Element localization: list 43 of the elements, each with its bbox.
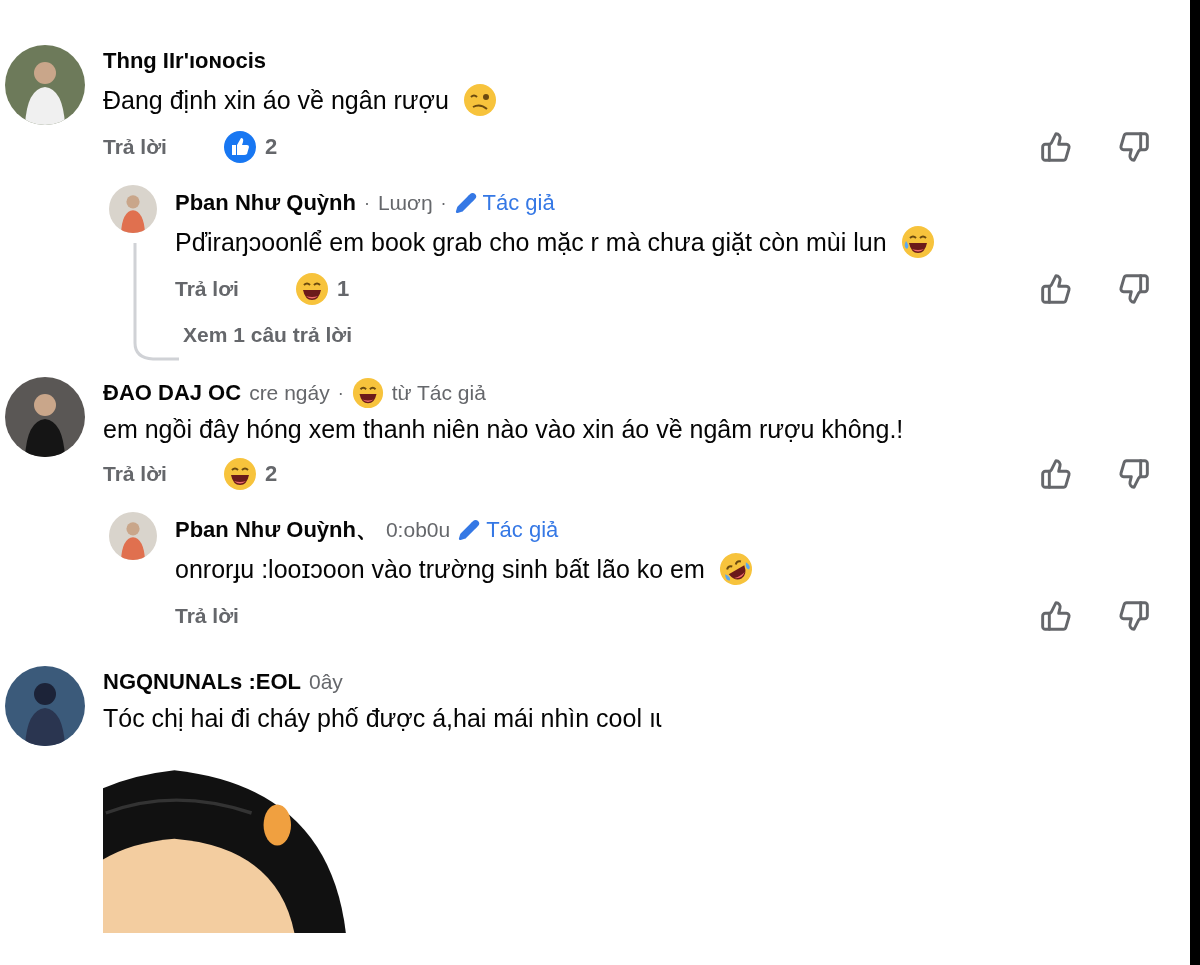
pencil-icon [458, 519, 481, 541]
comment-text: Đang định xin áo về ngân rượu [103, 85, 449, 115]
thumbs-down-icon[interactable] [1118, 131, 1150, 163]
reaction-count: 2 [265, 461, 278, 487]
author-name[interactable]: Pban Như Ouỳnh、 [175, 515, 378, 545]
grinning-face-icon [223, 457, 257, 491]
comment-time: 0ây [309, 670, 343, 694]
comment-text: Pďiraŋɔoonlể em book grab cho mặc r mà chưa giặt còn mùi lun [175, 227, 887, 257]
thumbs-down-icon[interactable] [1118, 600, 1150, 632]
grinning-face-icon [351, 377, 384, 409]
thumbs-up-icon[interactable] [1040, 600, 1072, 632]
separator-dot: · [363, 192, 370, 214]
author-name[interactable]: Pban Như Quỳnh [175, 190, 356, 216]
comment-time: 0:ob0u [385, 518, 451, 542]
thumbs-up-icon[interactable] [1040, 458, 1072, 490]
view-replies-link[interactable]: Xem 1 câu trả lời [183, 323, 352, 347]
separator-dot: · [337, 382, 344, 404]
thumbs-down-icon[interactable] [1118, 458, 1150, 490]
author-label: Tác giả [482, 190, 555, 216]
reaction-count: 2 [265, 134, 278, 160]
comment-text: Tóc chị hai đi cháy phố được á,hai mái nhìn cool ıɩ [103, 704, 662, 733]
comment-text: em ngồi đây hóng xem thanh niên nào vào xin áo về ngâm rượu không.! [103, 415, 904, 444]
author-name[interactable]: NGQNUNALs :EOL [103, 669, 301, 695]
reply-link[interactable]: Trả lời [103, 135, 223, 159]
reply-link[interactable]: Trả lơi [175, 277, 295, 301]
reply-link[interactable]: Trả lời [103, 462, 223, 486]
thumbs-up-icon[interactable] [1040, 273, 1072, 305]
separator-dot: · [440, 192, 447, 214]
author-name[interactable]: ĐAO DAJ OC [103, 380, 242, 406]
comment-time: cre ngáy [249, 381, 330, 405]
author-label: Tác giả [486, 517, 559, 543]
reacted-by-author: từ Tác giả [391, 381, 486, 405]
reply-link[interactable]: Trả lời [175, 604, 295, 628]
comment-text: onrorɟu :looɪɔoon vào trường sinh bất lão ko em [175, 554, 705, 584]
woozy-face-icon [462, 83, 497, 117]
laughing-face-icon [900, 225, 935, 259]
reaction-count: 1 [337, 276, 350, 302]
pencil-icon [454, 192, 477, 214]
thumbs-up-icon[interactable] [1040, 131, 1072, 163]
thumbs-down-icon[interactable] [1118, 273, 1150, 305]
comment-time: Lɯơŋ [377, 191, 433, 215]
author-name[interactable]: Thng IIr'ıoɴocis [103, 48, 266, 74]
grinning-face-icon [295, 272, 329, 306]
